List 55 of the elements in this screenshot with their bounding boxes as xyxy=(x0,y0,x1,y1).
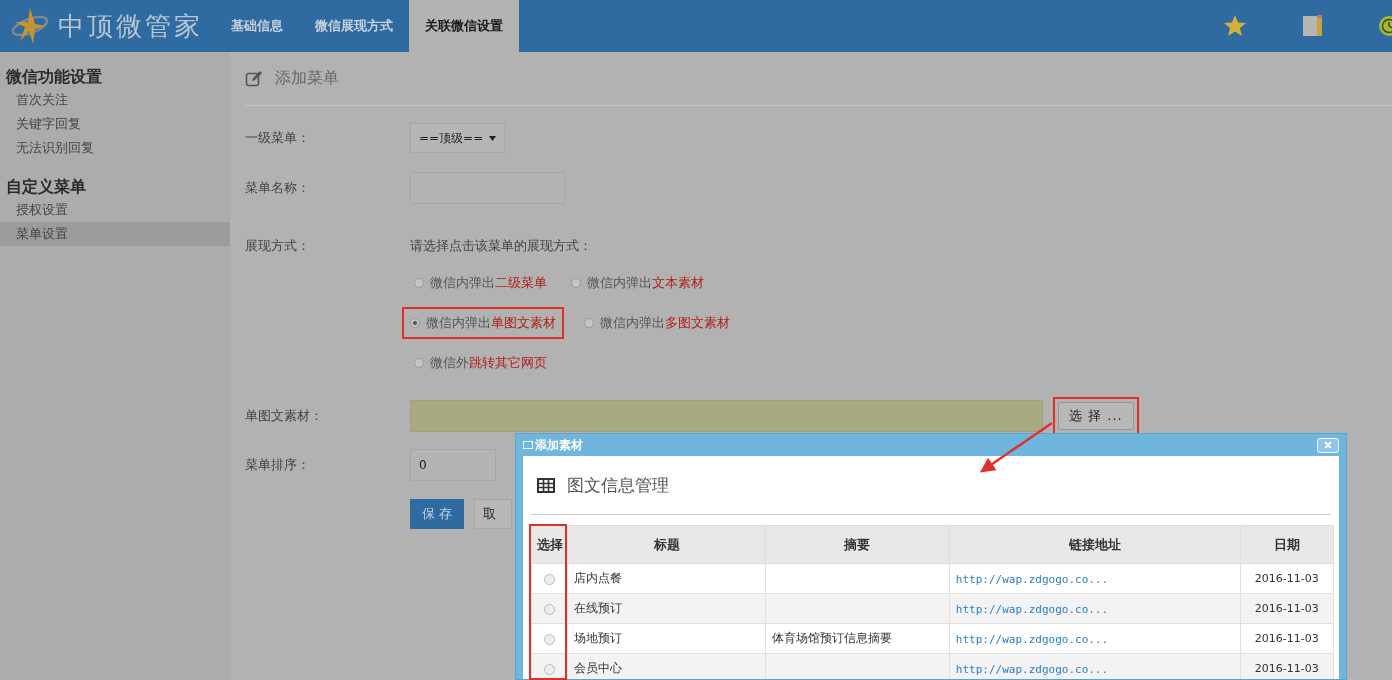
form-label: 菜单名称： xyxy=(245,179,311,197)
select-button[interactable]: 选 择 ... xyxy=(1058,402,1134,430)
summary-cell: 体育场馆预订信息摘要 xyxy=(765,623,950,654)
column-header: 选择 xyxy=(531,525,568,564)
parent-menu-dropdown[interactable]: ==顶级== xyxy=(410,123,506,153)
sidebar-item[interactable]: 无法识别回复 xyxy=(0,136,230,160)
radio-option[interactable]: 微信内弹出 多图文素材 xyxy=(580,307,734,339)
nav-tab[interactable]: 微信展现方式 xyxy=(299,0,409,52)
form-label: 展现方式： xyxy=(245,237,311,255)
radio-option[interactable]: 微信内弹出单图文素材 xyxy=(402,307,564,339)
dialog-heading: 图文信息管理 xyxy=(567,473,669,497)
window-icon xyxy=(523,441,533,449)
display-hint: 请选择点击该菜单的展现方式： xyxy=(410,237,593,255)
radio-option[interactable]: 微信内弹出二级菜单 xyxy=(410,267,551,299)
sidebar-item[interactable]: 授权设置 xyxy=(0,198,230,222)
table-icon xyxy=(537,477,555,493)
row-radio[interactable] xyxy=(544,603,556,615)
form-label: 单图文素材： xyxy=(245,407,324,425)
date-cell: 2016-11-03 xyxy=(1240,653,1334,679)
close-button[interactable] xyxy=(1317,437,1339,453)
nav-tab[interactable]: 基础信息 xyxy=(215,0,299,52)
save-button[interactable]: 保 存 xyxy=(410,499,465,529)
sidebar-item[interactable]: 首次关注 xyxy=(0,88,230,112)
column-header: 摘要 xyxy=(765,525,950,564)
sidebar-group-title: 自定义菜单 xyxy=(5,176,87,198)
row-radio[interactable] xyxy=(544,663,556,675)
sidebar-item[interactable]: 菜单设置 xyxy=(0,222,230,246)
title-cell: 在线预订 xyxy=(568,593,766,624)
date-cell: 2016-11-03 xyxy=(1240,623,1334,654)
title-cell: 店内点餐 xyxy=(568,563,766,594)
date-cell: 2016-11-03 xyxy=(1240,563,1334,594)
title-cell: 场地预订 xyxy=(568,623,766,654)
row-radio[interactable] xyxy=(544,633,556,645)
menu-order-input[interactable]: 0 xyxy=(410,449,496,481)
caret-icon xyxy=(489,135,497,141)
sidebar-group-title: 微信功能设置 xyxy=(5,66,103,88)
title-cell: 会员中心 xyxy=(568,653,766,679)
sidebar-item[interactable]: 关键字回复 xyxy=(0,112,230,136)
radio-option[interactable]: 微信内弹出文本素材 xyxy=(567,267,708,299)
material-input[interactable] xyxy=(410,400,1043,432)
column-header: 日期 xyxy=(1240,525,1334,564)
panel-title: 添加菜单 xyxy=(275,68,339,89)
dialog-title: 添加素材 xyxy=(535,436,583,454)
cancel-button[interactable]: 取 xyxy=(474,499,513,529)
column-header: 链接地址 xyxy=(949,525,1241,564)
form-label: 菜单排序： xyxy=(245,456,311,474)
radio-option[interactable]: 微信外跳转其它网页 xyxy=(410,347,551,379)
column-header: 标题 xyxy=(568,525,766,564)
form-label: 一级菜单： xyxy=(245,129,311,147)
app-logo-text: 中顶微管家 xyxy=(58,9,203,43)
edit-icon xyxy=(245,70,263,87)
nav-tab[interactable]: 关联微信设置 xyxy=(409,0,519,52)
date-cell: 2016-11-03 xyxy=(1240,593,1334,624)
row-radio[interactable] xyxy=(544,573,556,585)
close-icon xyxy=(1324,440,1332,449)
